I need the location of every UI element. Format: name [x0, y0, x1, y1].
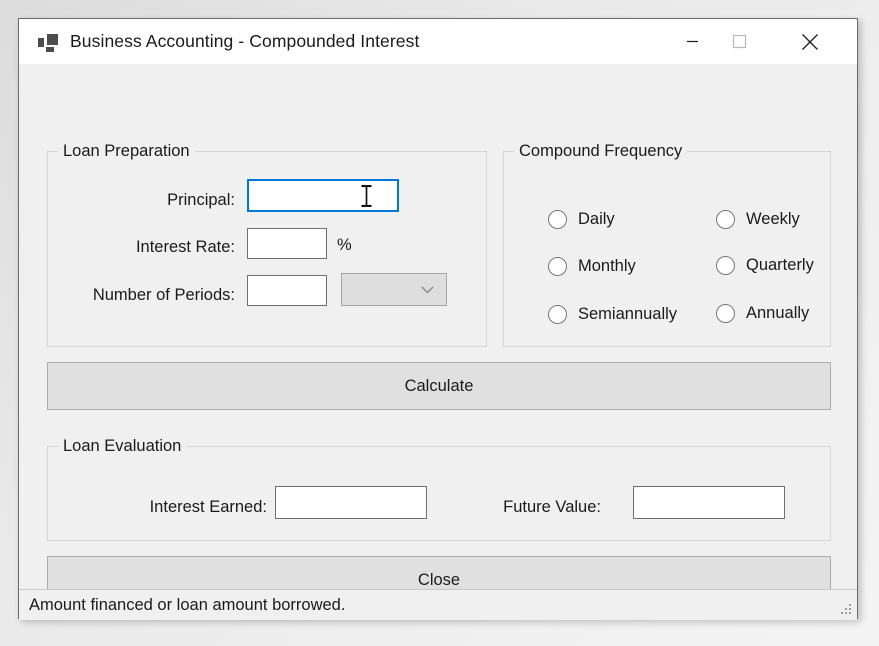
principal-label: Principal:: [167, 191, 235, 209]
percent-sign-label: %: [337, 236, 352, 254]
application-window: Business Accounting - Compounded Interes…: [18, 18, 858, 620]
compound-frequency-group: Compound Frequency Daily Weekly Monthly …: [503, 142, 831, 347]
radio-circle-icon: [716, 304, 735, 323]
period-unit-dropdown[interactable]: [341, 273, 447, 306]
interest-earned-output[interactable]: [275, 486, 427, 519]
minimize-button[interactable]: [669, 19, 716, 64]
maximize-icon: [732, 34, 747, 49]
loan-evaluation-legend: Loan Evaluation: [58, 437, 187, 456]
close-icon: [801, 33, 818, 50]
radio-label: Quarterly: [746, 256, 814, 274]
status-message: Amount financed or loan amount borrowed.: [29, 595, 346, 614]
maximize-button[interactable]: [716, 19, 763, 64]
loan-preparation-legend: Loan Preparation: [58, 142, 195, 161]
radio-circle-icon: [716, 256, 735, 275]
windows-forms-app-icon: [36, 31, 60, 54]
resize-grip-icon[interactable]: [840, 604, 853, 617]
window-title: Business Accounting - Compounded Interes…: [70, 31, 420, 51]
loan-evaluation-group: Loan Evaluation Interest Earned: Future …: [47, 437, 831, 541]
radio-label: Weekly: [746, 210, 800, 228]
principal-input[interactable]: [247, 179, 399, 212]
radio-semiannually[interactable]: Semiannually: [548, 305, 677, 324]
status-bar: Amount financed or loan amount borrowed.: [19, 589, 857, 620]
minimize-icon: [687, 40, 698, 43]
form-client-area: Loan Preparation Principal: Interest Rat…: [19, 64, 857, 620]
radio-label: Annually: [746, 304, 810, 322]
text-cursor-ibeam-icon: [361, 185, 372, 207]
radio-label: Semiannually: [578, 305, 678, 323]
interest-rate-input[interactable]: [247, 228, 327, 259]
radio-circle-icon: [716, 210, 735, 229]
close-window-button[interactable]: [786, 19, 833, 64]
calculate-button[interactable]: Calculate: [47, 362, 831, 410]
future-value-output[interactable]: [633, 486, 785, 519]
radio-quarterly[interactable]: Quarterly: [716, 256, 814, 275]
radio-daily[interactable]: Daily: [548, 210, 615, 229]
interest-earned-label: Interest Earned:: [149, 498, 267, 516]
radio-circle-icon: [548, 210, 567, 229]
radio-label: Monthly: [578, 257, 636, 275]
number-of-periods-input[interactable]: [247, 275, 327, 306]
radio-circle-icon: [548, 305, 567, 324]
radio-weekly[interactable]: Weekly: [716, 210, 800, 229]
interest-rate-label: Interest Rate:: [135, 238, 235, 256]
radio-annually[interactable]: Annually: [716, 304, 809, 323]
number-of-periods-label: Number of Periods:: [92, 286, 235, 304]
radio-circle-icon: [548, 257, 567, 276]
compound-frequency-legend: Compound Frequency: [514, 142, 688, 161]
future-value-label: Future Value:: [503, 498, 601, 516]
title-bar[interactable]: Business Accounting - Compounded Interes…: [19, 19, 857, 64]
radio-monthly[interactable]: Monthly: [548, 257, 636, 276]
radio-label: Daily: [578, 210, 615, 228]
chevron-down-icon: [421, 286, 434, 294]
